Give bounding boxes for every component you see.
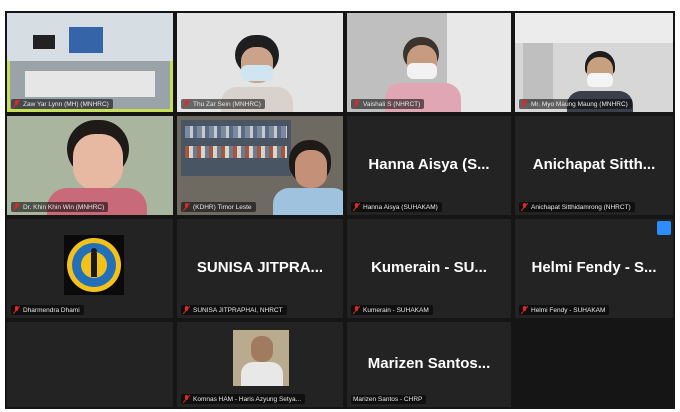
person-face [73,134,123,190]
participant-label: Marizen Santos - CHRP [351,395,427,404]
mic-muted-icon [353,306,360,314]
participant-tile-12[interactable]: Helmi Fendy - S... Helmi Fendy - SUHAKAM [515,219,673,318]
face-mask [587,73,613,87]
mic-muted-icon [183,306,190,314]
participant-label: Thu Zar Sein (MNHRC) [181,99,265,109]
participant-name: Anichapat Sitth... [532,155,656,173]
video-gallery: Zaw Yar Lynn (MH) (MNHRC) Thu Zar Sein (… [5,11,675,409]
participant-tile-6[interactable]: (KDHR) Timor Leste [177,116,343,215]
participant-tile-15[interactable]: Marizen Santos... Marizen Santos - CHRP [347,322,511,407]
participant-label: Mr. Myo Maung Maung (MNHRC) [519,99,632,109]
mic-muted-icon [13,100,20,108]
participant-label: Helmi Fendy - SUHAKAM [519,305,610,315]
person-body [241,362,283,386]
participant-menu-icon[interactable] [657,221,671,235]
participant-label: Dr. Khin Khin Win (MNHRC) [11,202,109,212]
person-face [251,336,273,362]
participant-tile-3[interactable]: Vaishali S (NHRCT) [347,13,511,112]
participant-name: Marizen Santos... [367,354,491,372]
participant-name: Hanna Aisya (S... [368,155,490,173]
participant-name: Kumerain - SU... [371,258,487,276]
empty-tile [7,322,173,407]
participant-label: Komnas HAM - Haris Azyung Setya... [181,394,306,404]
participant-label: Anichapat Sitthidamrong (NHRCT) [519,202,635,212]
mic-muted-icon [521,306,528,314]
participant-tile-9[interactable]: Dharmendra Dhami [7,219,173,318]
mic-muted-icon [353,100,360,108]
profile-photo [233,330,289,386]
participant-label: Dharmendra Dhami [11,305,84,315]
ceiling [515,13,673,43]
mic-muted-icon [183,203,190,211]
participant-tile-2[interactable]: Thu Zar Sein (MNHRC) [177,13,343,112]
participant-label: (KDHR) Timor Leste [181,202,256,212]
mic-muted-icon [13,306,20,314]
person-body [273,188,343,215]
mic-muted-icon [13,203,20,211]
participant-name: SUNISA JITPRA... [196,258,324,276]
monitor [33,35,55,49]
face-mask [241,65,273,81]
participant-tile-8[interactable]: Anichapat Sitth... Anichapat Sitthidamro… [515,116,673,215]
participant-label: Vaishali S (NHRCT) [351,99,425,109]
participant-tile-10[interactable]: SUNISA JITPRA... SUNISA JITPRAPHAI, NHRC… [177,219,343,318]
participant-tile-11[interactable]: Kumerain - SU... Kumerain - SUHAKAM [347,219,511,318]
person-face [295,150,327,188]
doorway [523,43,553,103]
participant-label: Hanna Aisya (SUHAKAM) [351,202,442,212]
face-mask [407,63,437,79]
mic-muted-icon [183,100,190,108]
projector-screen [69,27,103,53]
participant-tile-7[interactable]: Hanna Aisya (S... Hanna Aisya (SUHAKAM) [347,116,511,215]
mic-muted-icon [183,395,190,403]
participant-name: Helmi Fendy - S... [531,258,657,276]
mic-muted-icon [353,203,360,211]
participant-tile-5[interactable]: Dr. Khin Khin Win (MNHRC) [7,116,173,215]
bookshelf-row [185,146,287,158]
profile-logo [64,235,124,295]
empty-tile [515,322,673,407]
participant-label: Kumerain - SUHAKAM [351,305,433,315]
bookshelf-row [185,126,287,138]
mic-muted-icon [521,203,528,211]
participant-tile-4[interactable]: Mr. Myo Maung Maung (MNHRC) [515,13,673,112]
participant-tile-14[interactable]: Komnas HAM - Haris Azyung Setya... [177,322,343,407]
participant-label: Zaw Yar Lynn (MH) (MNHRC) [11,99,113,109]
conference-table [25,71,155,97]
participant-tile-1[interactable]: Zaw Yar Lynn (MH) (MNHRC) [7,13,173,112]
mic-muted-icon [521,100,528,108]
participant-label: SUNISA JITPRAPHAI, NHRCT [181,305,287,315]
organization-logo-icon [67,238,121,292]
